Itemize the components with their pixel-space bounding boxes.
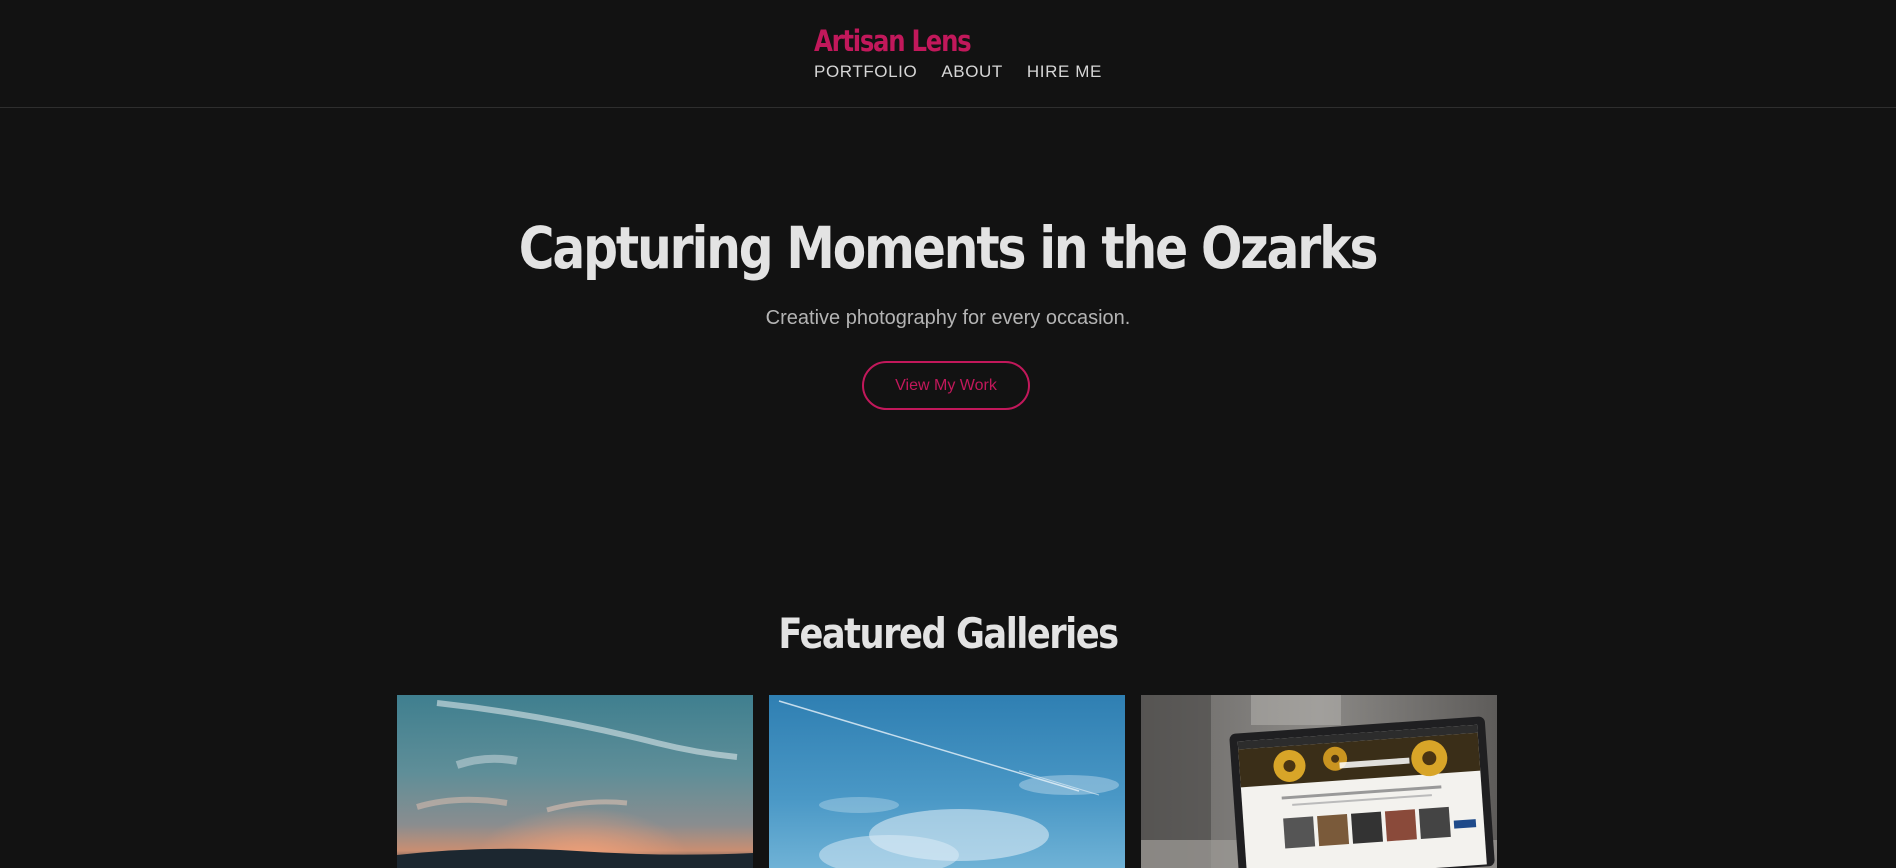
hero-title-text: Capturing Moments in the Ozarks [519,214,1379,282]
sunset-sky-photo [397,695,753,868]
featured-galleries-title: Featured Galleries [0,608,1896,660]
featured-galleries-title-text: Featured Galleries [778,609,1119,658]
laptop-website-photo [1141,695,1497,868]
main-nav: PORTFOLIO ABOUT HIRE ME [814,62,1102,82]
nav-about[interactable]: ABOUT [941,62,1003,82]
nav-hire-me[interactable]: HIRE ME [1027,62,1102,82]
gallery-card-blue-sky[interactable] [769,695,1125,868]
site-header: Artisan Lens PORTFOLIO ABOUT HIRE ME [0,0,1896,108]
blue-sky-photo [769,695,1125,868]
gallery-card-laptop[interactable] [1141,695,1497,868]
brand-logo[interactable]: Artisan Lens [814,24,972,58]
hero-title: Capturing Moments in the Ozarks [0,212,1896,284]
nav-portfolio[interactable]: PORTFOLIO [814,62,917,82]
gallery-grid [397,695,1497,868]
gallery-card-sunset[interactable] [397,695,753,868]
hero-subtitle: Creative photography for every occasion. [765,307,1131,329]
view-my-work-button[interactable]: View My Work [862,361,1030,410]
